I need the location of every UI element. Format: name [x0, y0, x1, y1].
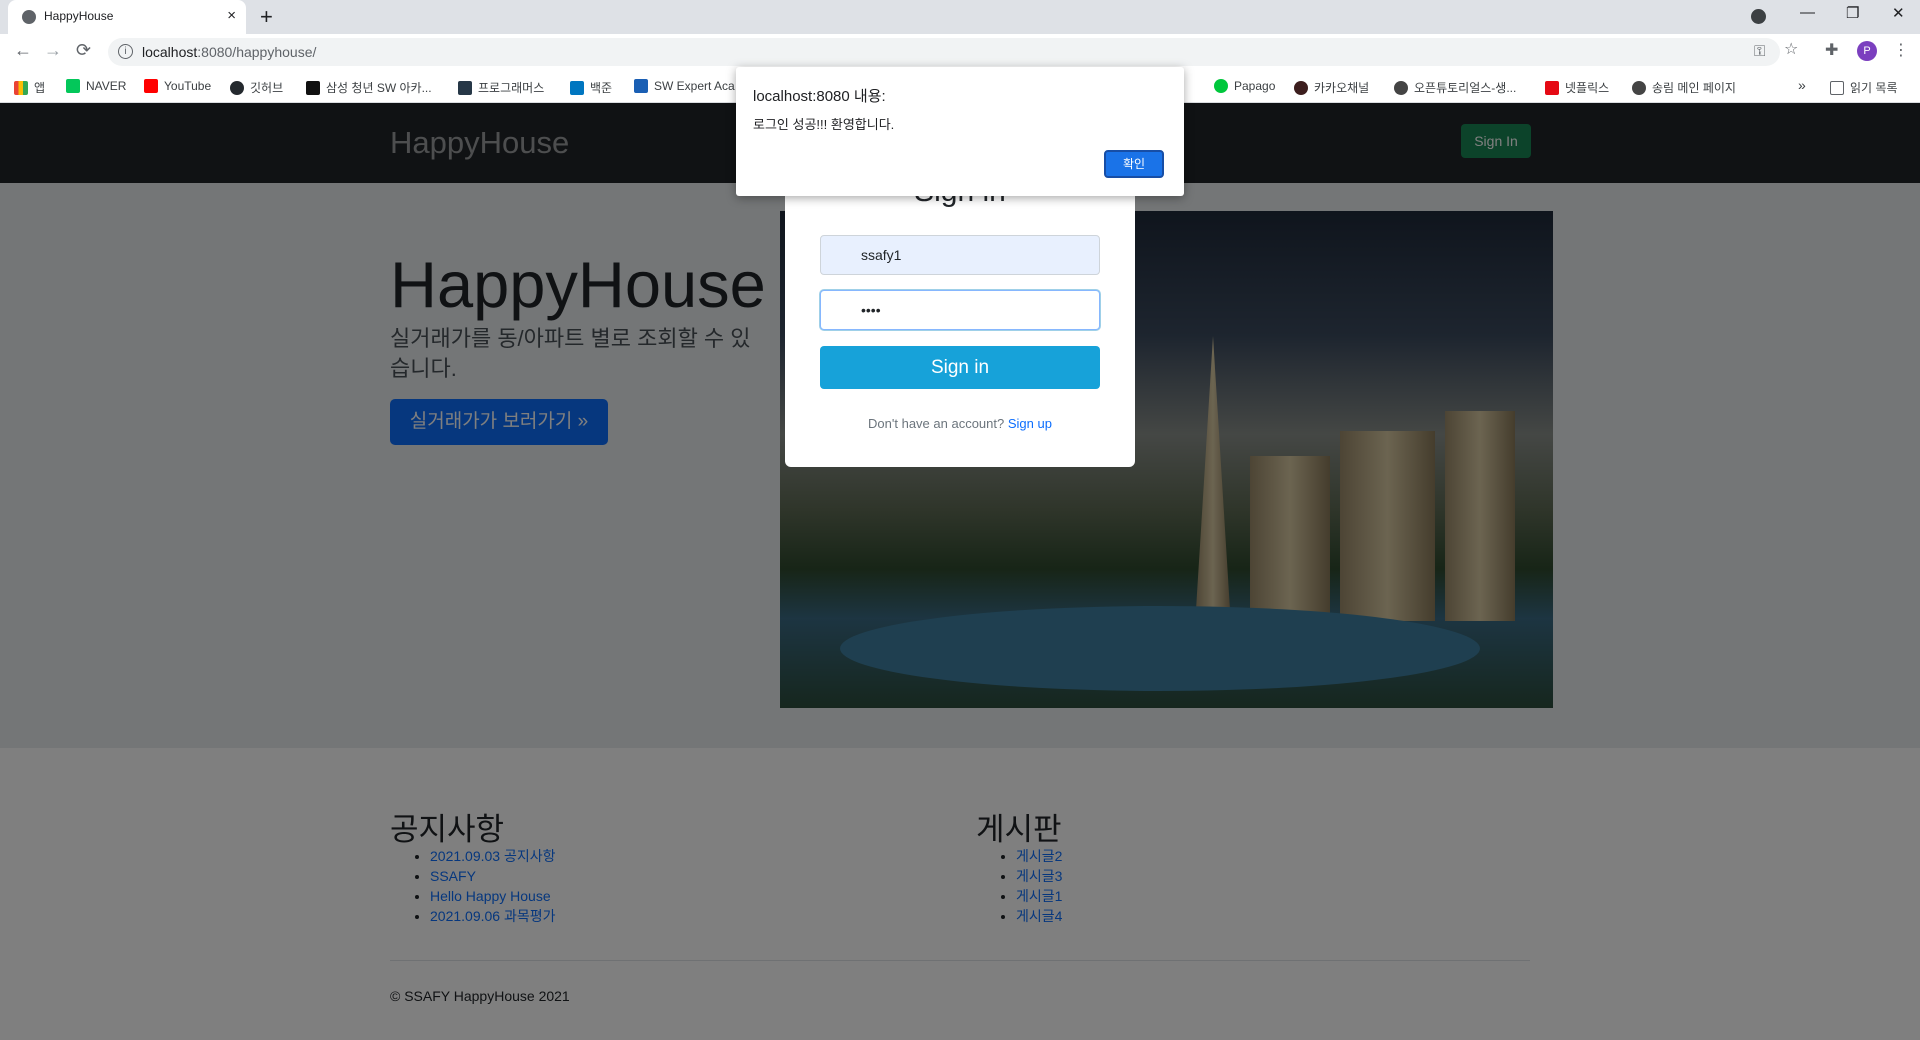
browser-tab-bar: HappyHouse × + — ❐ ✕ [0, 0, 1920, 34]
reading-list-button[interactable]: 읽기 목록 [1830, 79, 1898, 96]
alert-message: 로그인 성공!!! 환영합니다. [753, 117, 895, 132]
restore-icon[interactable]: ❐ [1846, 4, 1859, 22]
programmers-icon [458, 81, 472, 95]
signin-submit-button[interactable]: Sign in [820, 346, 1100, 389]
swexpert-icon [634, 79, 648, 93]
bookmark-item[interactable]: 넷플릭스 [1545, 79, 1609, 96]
kakao-channel-icon [1294, 81, 1308, 95]
tab-search-icon[interactable] [1751, 9, 1766, 24]
address-bar[interactable]: i localhost:8080/happyhouse/ ⚿ [108, 38, 1780, 66]
alert-dialog: localhost:8080 내용: 로그인 성공!!! 환영합니다. 확인 [736, 67, 1184, 196]
github-icon [230, 81, 244, 95]
signup-prompt: Don't have an account? Sign up [868, 416, 1052, 431]
forward-icon[interactable]: → [44, 40, 62, 61]
netflix-icon [1545, 81, 1559, 95]
menu-icon[interactable]: ⋮ [1893, 40, 1909, 60]
globe-icon [1632, 81, 1646, 95]
bookmark-item[interactable]: 오픈튜토리얼스-생... [1394, 79, 1516, 96]
globe-icon [1394, 81, 1408, 95]
profile-avatar[interactable]: P [1857, 41, 1877, 61]
browser-toolbar: ← → ⟳ i localhost:8080/happyhouse/ ⚿ ☆ ✚… [0, 34, 1920, 70]
url-text[interactable]: localhost:8080/happyhouse/ [142, 44, 316, 60]
bookmark-item[interactable]: YouTube [144, 79, 211, 93]
globe-icon [22, 10, 36, 24]
new-tab-button[interactable]: + [260, 4, 273, 30]
apps-icon [14, 81, 28, 95]
back-icon[interactable]: ← [14, 40, 32, 61]
password-input[interactable]: •••• [820, 290, 1100, 330]
minimize-icon[interactable]: — [1800, 4, 1815, 21]
alert-title: localhost:8080 내용: [753, 88, 886, 105]
username-input[interactable]: ssafy1 [820, 235, 1100, 275]
reload-icon[interactable]: ⟳ [76, 40, 91, 61]
youtube-icon [144, 79, 158, 93]
bookmark-item[interactable]: 송림 메인 페이지 [1632, 79, 1736, 96]
baekjoon-icon [570, 81, 584, 95]
bookmark-item[interactable]: 카카오채널 [1294, 79, 1369, 96]
signup-link[interactable]: Sign up [1008, 416, 1052, 431]
papago-icon [1214, 79, 1228, 93]
naver-icon [66, 79, 80, 93]
bookmarks-more-button[interactable]: » [1798, 77, 1806, 93]
bookmark-item[interactable]: 깃허브 [230, 79, 283, 96]
bookmark-item[interactable]: 프로그래머스 [458, 79, 544, 96]
close-icon[interactable]: × [227, 7, 236, 24]
window-close-icon[interactable]: ✕ [1892, 4, 1905, 22]
extensions-icon[interactable]: ✚ [1825, 40, 1838, 60]
bookmark-item[interactable]: Papago [1214, 79, 1275, 93]
bookmark-item[interactable]: SW Expert Aca [634, 79, 735, 93]
bookmark-item[interactable]: 삼성 청년 SW 아카... [306, 79, 432, 96]
bookmark-item[interactable]: NAVER [66, 79, 126, 93]
browser-tab[interactable]: HappyHouse × [8, 0, 246, 34]
tab-title: HappyHouse [44, 9, 114, 23]
bookmark-item[interactable]: 백준 [570, 79, 612, 96]
ssafy-icon [306, 81, 320, 95]
bookmark-item[interactable]: 앱 [14, 79, 45, 96]
alert-ok-button[interactable]: 확인 [1104, 150, 1164, 178]
key-icon[interactable]: ⚿ [1754, 43, 1765, 60]
star-icon[interactable]: ☆ [1784, 39, 1798, 59]
info-icon[interactable]: i [118, 44, 133, 59]
reading-list-icon [1830, 81, 1844, 95]
